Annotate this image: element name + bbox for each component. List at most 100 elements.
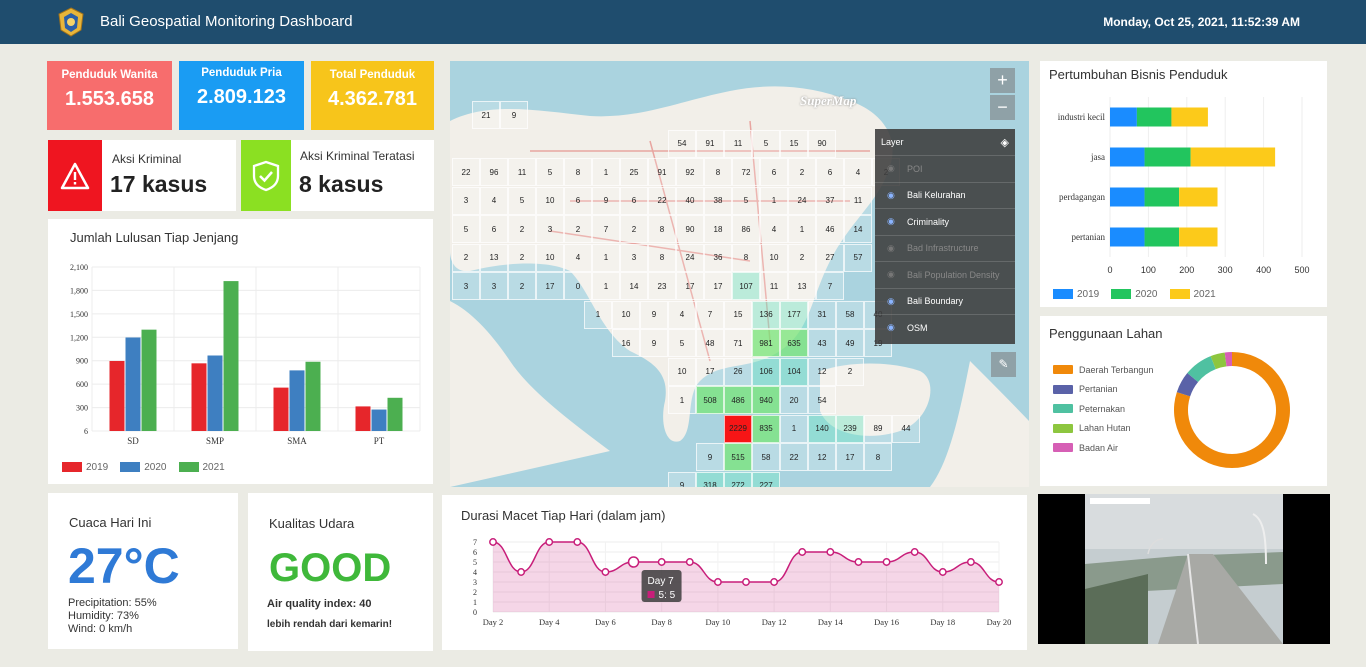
map-grid-cell[interactable]: 10 (612, 300, 640, 329)
map-grid-cell[interactable]: 1 (592, 158, 620, 186)
map-grid-cell[interactable]: 835 (752, 414, 780, 443)
map-grid-cell[interactable]: 4 (844, 158, 872, 186)
legend-item[interactable]: Badan Air (1053, 438, 1153, 458)
map-grid-cell[interactable]: 272 (724, 471, 752, 487)
map-grid-cell[interactable]: 89 (864, 414, 892, 443)
map-grid-cell[interactable]: 17 (704, 272, 732, 300)
map-grid-cell[interactable]: 57 (844, 243, 872, 272)
map-grid-cell[interactable]: 8 (864, 443, 892, 471)
map-grid-cell[interactable]: 3 (480, 272, 508, 300)
map-grid-cell[interactable]: 22 (452, 158, 480, 186)
legend-item[interactable]: 2019 (62, 462, 108, 473)
map-grid-cell[interactable]: 10 (536, 186, 564, 215)
map-grid-cell[interactable]: 1 (668, 386, 696, 414)
map-grid-cell[interactable]: 9 (696, 443, 724, 471)
map-grid-cell[interactable]: 26 (724, 357, 752, 386)
legend-item[interactable]: 2020 (120, 462, 167, 473)
map-grid-cell[interactable]: 4 (668, 300, 696, 329)
map-grid-cell[interactable]: 5 (732, 186, 760, 215)
map-grid-cell[interactable]: 11 (508, 158, 536, 186)
map-grid-cell[interactable]: 2 (620, 215, 648, 243)
map-grid-cell[interactable]: 9 (640, 329, 668, 357)
legend-item[interactable]: Pertanian (1053, 380, 1153, 400)
map-grid-cell[interactable]: 5 (536, 158, 564, 186)
cctv-camera-feed[interactable] (1038, 494, 1330, 644)
map-grid-cell[interactable]: 6 (816, 158, 844, 186)
map-grid-cell[interactable]: 1 (780, 414, 808, 443)
map-grid-cell[interactable]: 58 (836, 300, 864, 329)
map-view[interactable]: 2195491115159022961158125919287262642345… (450, 61, 1029, 487)
map-grid-cell[interactable]: 4 (480, 186, 508, 215)
map-grid-cell[interactable]: 940 (752, 386, 780, 414)
map-grid-cell[interactable]: 140 (808, 414, 836, 443)
map-grid-cell[interactable]: 2 (508, 272, 536, 300)
legend-item[interactable]: 2021 (1169, 289, 1216, 300)
map-grid-cell[interactable]: 2 (788, 243, 816, 272)
map-grid-cell[interactable]: 3 (536, 215, 564, 243)
map-grid-cell[interactable]: 10 (760, 243, 788, 272)
map-grid-cell[interactable]: 1 (760, 186, 788, 215)
map-grid-cell[interactable]: 1 (788, 215, 816, 243)
legend-item[interactable]: 2019 (1053, 289, 1099, 300)
map-grid-cell[interactable]: 16 (612, 329, 640, 357)
map-grid-cell[interactable]: 3 (452, 186, 480, 215)
map-grid-cell[interactable]: 91 (696, 129, 724, 158)
map-grid-cell[interactable]: 90 (676, 215, 704, 243)
map-grid-cell[interactable]: 9 (668, 471, 696, 487)
map-grid-cell[interactable]: 12 (808, 443, 836, 471)
layer-toggle[interactable]: ◉ Bali Kelurahan (875, 181, 1015, 209)
map-grid-cell[interactable]: 49 (836, 329, 864, 357)
map-grid-cell[interactable]: 31 (808, 300, 836, 329)
map-grid-cell[interactable]: 227 (752, 471, 780, 487)
map-grid-cell[interactable]: 18 (704, 215, 732, 243)
map-grid-cell[interactable]: 5 (668, 329, 696, 357)
map-grid-cell[interactable]: 27 (816, 243, 844, 272)
map-grid-cell[interactable]: 2 (564, 215, 592, 243)
map-grid-cell[interactable]: 7 (696, 300, 724, 329)
layer-toggle[interactable]: ◉ Bad Infrastructure (875, 234, 1015, 262)
map-grid-cell[interactable]: 92 (676, 158, 704, 186)
map-grid-cell[interactable]: 4 (564, 243, 592, 272)
map-grid-cell[interactable]: 3 (620, 243, 648, 272)
layer-toggle[interactable]: ◉ Bali Boundary (875, 287, 1015, 315)
map-grid-cell[interactable]: 22 (780, 443, 808, 471)
map-grid-cell[interactable]: 90 (808, 129, 836, 158)
layer-toggle[interactable]: ◉ POI (875, 155, 1015, 182)
map-grid-cell[interactable]: 10 (668, 357, 696, 386)
map-grid-cell[interactable]: 2 (836, 357, 864, 386)
map-grid-cell[interactable]: 58 (752, 443, 780, 471)
map-grid-cell[interactable]: 21 (472, 101, 500, 129)
map-grid-cell[interactable]: 8 (732, 243, 760, 272)
measure-ruler-icon[interactable]: ✎ (991, 352, 1016, 377)
map-grid-cell[interactable]: 9 (640, 300, 668, 329)
map-grid-cell[interactable]: 11 (724, 129, 752, 158)
map-grid-cell[interactable]: 15 (724, 300, 752, 329)
map-grid-cell[interactable]: 10 (536, 243, 564, 272)
map-grid-cell[interactable]: 318 (696, 471, 724, 487)
layer-toggle[interactable]: ◉ OSM (875, 314, 1015, 341)
map-grid-cell[interactable]: 2 (788, 158, 816, 186)
map-grid-cell[interactable]: 13 (480, 243, 508, 272)
map-grid-cell[interactable]: 3 (452, 272, 480, 300)
map-grid-cell[interactable]: 6 (620, 186, 648, 215)
map-grid-cell[interactable]: 40 (676, 186, 704, 215)
map-grid-cell[interactable]: 44 (892, 414, 920, 443)
map-grid-cell[interactable]: 20 (780, 386, 808, 414)
map-grid-cell[interactable]: 5 (452, 215, 480, 243)
map-grid-cell[interactable]: 36 (704, 243, 732, 272)
map-grid-cell[interactable]: 515 (724, 443, 752, 471)
map-grid-cell[interactable]: 4 (760, 215, 788, 243)
legend-item[interactable]: Daerah Terbangun (1053, 360, 1153, 380)
map-grid-cell[interactable]: 46 (816, 215, 844, 243)
map-grid-cell[interactable]: 2229 (724, 414, 752, 443)
map-grid-cell[interactable]: 239 (836, 414, 864, 443)
map-grid-cell[interactable]: 2 (508, 215, 536, 243)
map-grid-cell[interactable]: 11 (760, 272, 788, 300)
map-grid-cell[interactable]: 38 (704, 186, 732, 215)
map-grid-cell[interactable]: 17 (536, 272, 564, 300)
map-grid-cell[interactable]: 23 (648, 272, 676, 300)
map-grid-cell[interactable]: 8 (648, 243, 676, 272)
legend-item[interactable]: 2021 (178, 462, 225, 473)
map-grid-cell[interactable]: 12 (808, 357, 836, 386)
map-grid-cell[interactable]: 54 (668, 129, 696, 158)
